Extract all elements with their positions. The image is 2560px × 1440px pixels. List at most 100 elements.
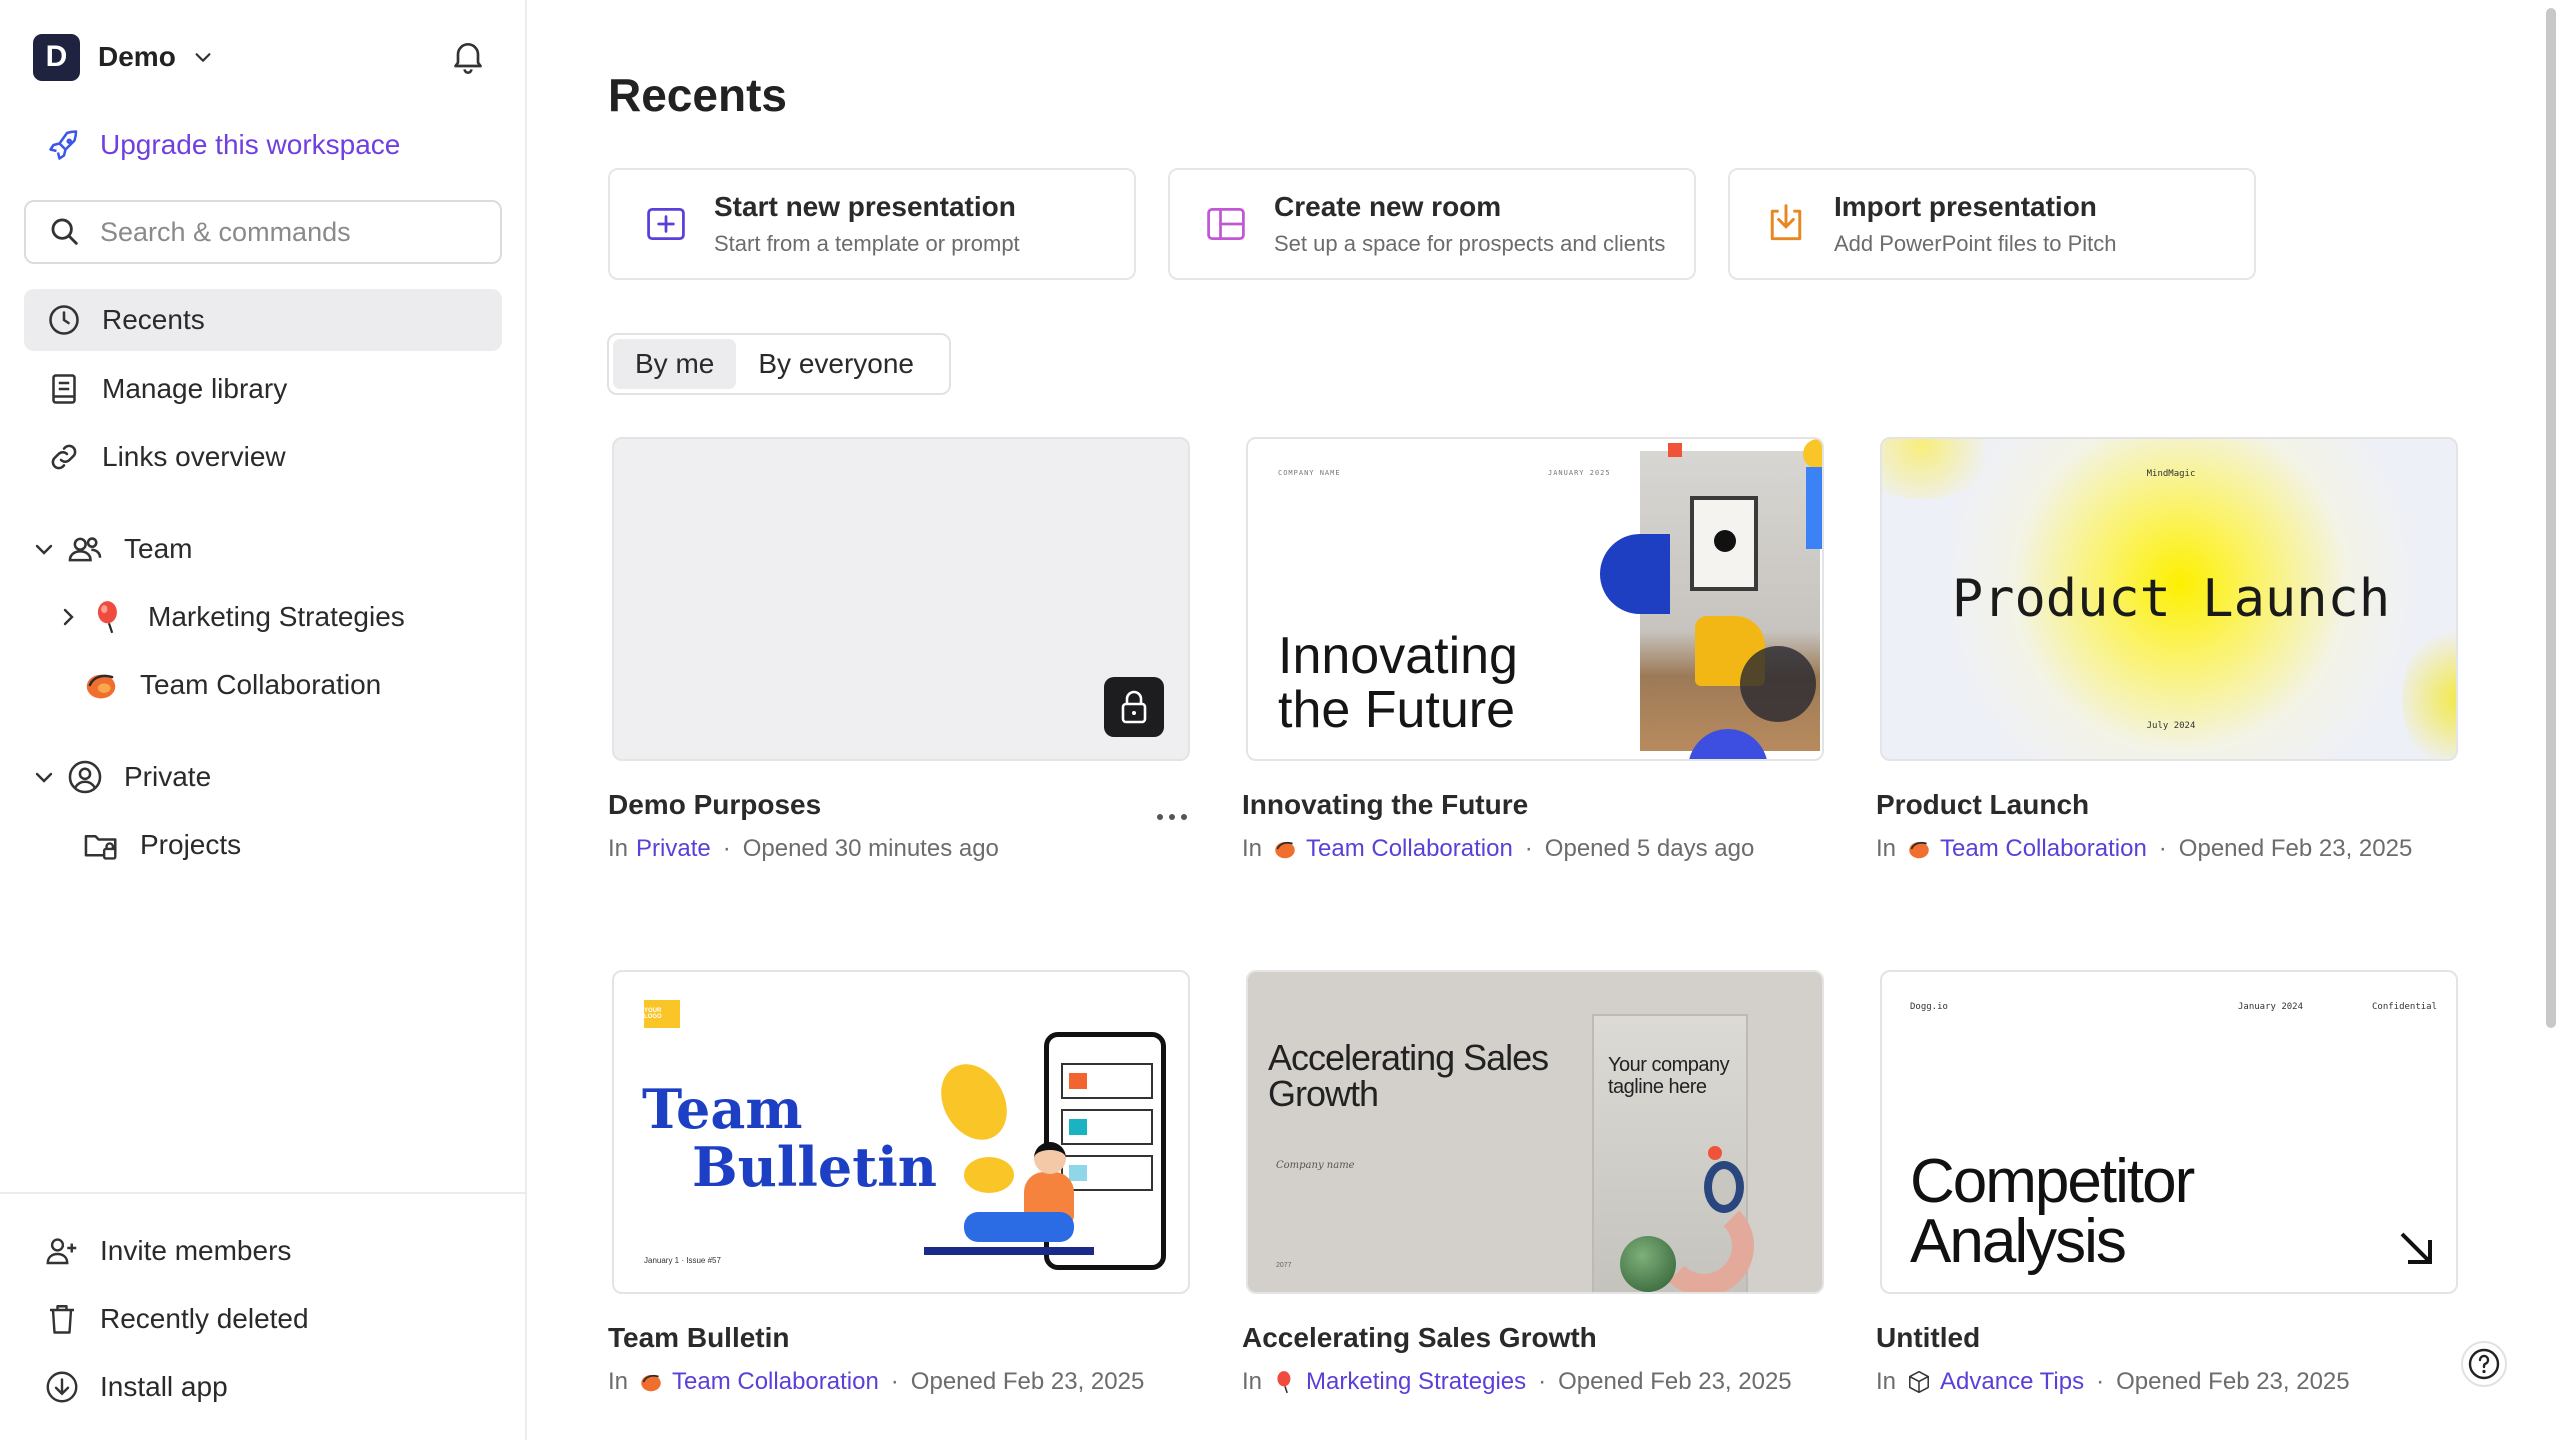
lock-icon <box>1104 677 1164 737</box>
workspace-avatar: D <box>33 33 80 81</box>
filter-by-everyone[interactable]: By everyone <box>736 339 936 389</box>
sidebar-item-team-collaboration[interactable]: Team Collaboration <box>82 660 381 710</box>
card-location-link[interactable]: Team Collaboration <box>1940 835 2147 863</box>
presentation-card-accelerating-sales-growth[interactable]: Accelerating Sales Growth Company name 2… <box>1242 970 1824 1395</box>
invite-members-label: Invite members <box>100 1235 292 1266</box>
team-collaboration-icon <box>86 674 116 699</box>
card-location-link[interactable]: Marketing Strategies <box>1306 1368 1526 1396</box>
thumb-person-legs <box>964 1212 1074 1242</box>
thumb-red-square <box>1668 443 1682 457</box>
thumb-brand: Dogg.io <box>1910 1002 1948 1012</box>
sidebar-group-label: Team <box>124 533 193 564</box>
thumb-ring <box>1704 1161 1744 1213</box>
sidebar-item-projects[interactable]: Projects <box>82 820 241 870</box>
thumb-glow <box>2402 619 2456 759</box>
thumb-leaf <box>964 1157 1014 1193</box>
user-circle-icon <box>68 760 102 794</box>
card-title: Team Bulletin <box>608 1322 790 1353</box>
search-box[interactable] <box>24 200 502 264</box>
card-location-link[interactable]: Team Collaboration <box>1306 835 1513 863</box>
upgrade-workspace-link[interactable]: Upgrade this workspace <box>46 124 400 166</box>
card-opened: Opened Feb 23, 2025 <box>2178 835 2413 862</box>
arrow-down-right-icon <box>2400 1232 2432 1264</box>
meta-separator: · <box>722 835 731 862</box>
action-subtitle: Set up a space for prospects and clients <box>1274 231 1666 256</box>
thumb-headline-line2: Analysis <box>1910 1207 2127 1276</box>
card-title: Untitled <box>1876 1322 1981 1353</box>
thumb-headline-line1: Innovating <box>1278 627 1518 685</box>
filter-by-me[interactable]: By me <box>613 339 737 389</box>
action-title: Import presentation <box>1834 191 2097 222</box>
presentation-thumbnail[interactable] <box>612 437 1190 761</box>
install-app-button[interactable]: Install app <box>44 1364 228 1410</box>
presentation-card-untitled[interactable]: Dogg.io January 2024 Confidential Compet… <box>1876 970 2458 1395</box>
presentation-thumbnail[interactable]: MindMagic Product Launch July 2024 <box>1880 437 2458 761</box>
card-meta: In Team Collaboration · Opened 5 days ag… <box>1242 835 1754 863</box>
scrollbar[interactable] <box>2546 8 2556 1028</box>
invite-members-button[interactable]: Invite members <box>44 1228 291 1274</box>
card-meta: In Marketing Strategies · Opened Feb 23,… <box>1242 1368 1792 1396</box>
create-new-room-button[interactable]: Create new room Set up a space for prosp… <box>1168 168 1696 280</box>
thumb-headline: Team Bulletin <box>642 1080 937 1196</box>
card-opened: Opened 30 minutes ago <box>742 835 999 862</box>
meta-in: In <box>1242 1368 1263 1395</box>
meta-separator: · <box>2158 835 2167 862</box>
search-icon <box>51 218 78 245</box>
meta-in: In <box>1876 835 1897 862</box>
meta-separator: · <box>2096 1368 2105 1395</box>
sidebar-item-links-overview[interactable]: Links overview <box>24 426 502 488</box>
presentation-thumbnail[interactable]: Accelerating Sales Growth Company name 2… <box>1246 970 1824 1294</box>
card-location-link[interactable]: Team Collaboration <box>672 1368 879 1396</box>
sidebar-item-label: Team Collaboration <box>140 669 382 700</box>
balloon-icon <box>1277 1371 1291 1394</box>
presentation-thumbnail[interactable]: COMPANY NAME JANUARY 2025 Innovating the… <box>1246 437 1824 761</box>
presentation-card-innovating-the-future[interactable]: COMPANY NAME JANUARY 2025 Innovating the… <box>1242 437 1824 862</box>
thumb-logo: YOUR LOGO <box>644 1000 680 1028</box>
card-meta: In Private · Opened 30 minutes ago <box>608 835 999 863</box>
presentation-thumbnail[interactable]: Dogg.io January 2024 Confidential Compet… <box>1880 970 2458 1294</box>
bell-icon[interactable] <box>448 36 488 76</box>
workspace-switcher[interactable]: D Demo <box>33 33 214 81</box>
search-input[interactable] <box>100 216 480 248</box>
help-icon[interactable] <box>2460 1340 2508 1388</box>
thumb-tagline: Your company tagline here <box>1608 1054 1730 1098</box>
sidebar-item-marketing-strategies[interactable]: Marketing Strategies <box>56 592 405 642</box>
card-location-link[interactable]: Advance Tips <box>1940 1368 2084 1396</box>
recently-deleted-button[interactable]: Recently deleted <box>44 1296 309 1342</box>
thumb-headline-line2: the Future <box>1278 681 1516 739</box>
chevron-right-icon[interactable] <box>56 605 80 629</box>
card-opened: Opened 5 days ago <box>1544 835 1755 862</box>
thumb-label: Confidential <box>2372 1002 2438 1012</box>
sidebar-item-manage-library[interactable]: Manage library <box>24 358 502 420</box>
install-app-label: Install app <box>100 1371 228 1402</box>
presentation-card-product-launch[interactable]: MindMagic Product Launch July 2024 Produ… <box>1876 437 2458 862</box>
thumb-overlay-circle <box>1740 646 1816 722</box>
meta-separator: · <box>1524 835 1533 862</box>
more-options-icon[interactable] <box>1152 807 1192 827</box>
presentation-thumbnail[interactable]: YOUR LOGO Team Bulletin January 1 · Issu… <box>612 970 1190 1294</box>
sidebar-item-recents[interactable]: Recents <box>24 289 502 351</box>
sidebar: D Demo Upgrade this workspace Recents Ma… <box>0 0 527 1440</box>
add-user-icon <box>46 1238 77 1265</box>
presentation-card-team-bulletin[interactable]: YOUR LOGO Team Bulletin January 1 · Issu… <box>608 970 1190 1395</box>
thumb-glow <box>1882 439 2002 499</box>
thumb-headline-line2: Bulletin <box>692 1135 938 1199</box>
thumb-date: July 2024 <box>2146 721 2196 731</box>
link-icon <box>51 444 77 470</box>
card-title: Demo Purposes <box>608 789 822 820</box>
chevron-down-icon[interactable] <box>32 537 56 561</box>
workspace-name: Demo <box>98 41 176 72</box>
action-title: Start new presentation <box>714 191 1016 222</box>
import-presentation-button[interactable]: Import presentation Add PowerPoint files… <box>1728 168 2256 280</box>
sidebar-footer: Invite members Recently deleted Install … <box>0 1192 525 1440</box>
clock-icon <box>49 305 79 335</box>
card-location-link[interactable]: Private <box>636 835 711 863</box>
meta-separator: · <box>1538 1368 1547 1395</box>
sidebar-group-private[interactable]: Private <box>32 752 211 802</box>
thumb-leaf <box>928 1052 1020 1152</box>
chevron-down-icon[interactable] <box>32 765 56 789</box>
start-new-presentation-button[interactable]: Start new presentation Start from a temp… <box>608 168 1136 280</box>
sidebar-item-label: Recents <box>102 304 205 335</box>
sidebar-group-team[interactable]: Team <box>32 524 192 574</box>
presentation-card-demo-purposes[interactable]: Demo Purposes In Private · Opened 30 min… <box>608 437 1190 862</box>
